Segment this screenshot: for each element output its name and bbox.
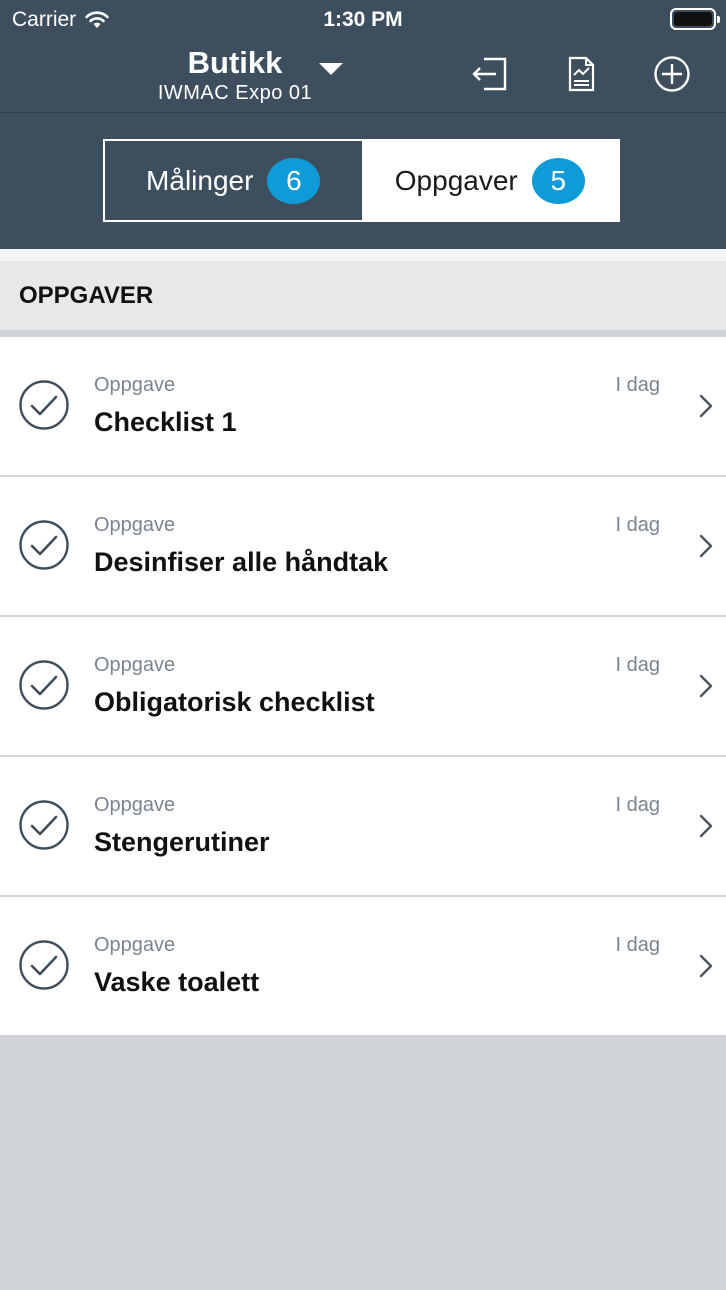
store-selector[interactable]: Butikk IWMAC Expo 01 [130,46,340,106]
battery-icon [670,8,720,30]
section-title: OPPGAVER [19,281,154,309]
nav-divider [0,112,726,113]
task-name: Desinfiser alle håndtak [94,547,389,577]
list-item[interactable]: Oppgave Stengerutiner I dag [0,757,726,897]
task-type: Oppgave [94,794,176,816]
section-header: OPPGAVER [0,261,726,330]
oppgaver-count-badge: 5 [531,157,585,204]
task-name: Stengerutiner [94,827,270,857]
checkmark-circle-icon [19,660,69,710]
tab-malinger-label: Målinger [146,164,254,196]
add-button[interactable] [650,52,694,96]
malinger-count-badge: 6 [267,157,321,204]
logout-icon [472,57,507,91]
chevron-right-icon [699,674,713,698]
dropdown-arrow-icon[interactable] [319,63,343,75]
section-spacer [0,249,726,261]
task-type: Oppgave [94,654,176,676]
task-due: I dag [615,514,660,536]
task-name: Obligatorisk checklist [94,687,375,717]
tab-oppgaver[interactable]: Oppgaver 5 [361,141,618,220]
task-name: Vaske toalett [94,967,260,997]
task-list: Oppgave Checklist 1 I dag Oppgave Desinf… [0,337,726,1035]
segmented-control: Målinger 6 Oppgaver 5 [103,139,620,222]
report-icon [568,56,595,92]
task-due: I dag [615,934,660,956]
nav-subtitle: IWMAC Expo 01 [157,82,313,104]
chevron-right-icon [699,814,713,838]
logout-button[interactable] [468,52,512,96]
task-name: Checklist 1 [94,407,237,437]
task-type: Oppgave [94,934,176,956]
chevron-right-icon [699,954,713,978]
task-due: I dag [615,794,660,816]
chevron-right-icon [699,534,713,558]
add-circle-icon [654,56,690,92]
app-header: Carrier 1:30 PM Butikk IWMAC Expo 01 Mål… [0,0,726,249]
task-due: I dag [615,654,660,676]
list-item[interactable]: Oppgave Desinfiser alle håndtak I dag [0,477,726,617]
status-bar: Carrier 1:30 PM [0,0,726,38]
list-item[interactable]: Oppgave Vaske toalett I dag [0,897,726,1035]
checkmark-circle-icon [19,800,69,850]
list-item[interactable]: Oppgave Obligatorisk checklist I dag [0,617,726,757]
nav-title: Butikk [187,45,283,80]
checkmark-circle-icon [19,520,69,570]
task-type: Oppgave [94,514,176,536]
report-button[interactable] [559,52,603,96]
tab-malinger[interactable]: Målinger 6 [105,141,362,220]
tab-oppgaver-label: Oppgaver [394,164,518,196]
chevron-right-icon [699,394,713,418]
checkmark-circle-icon [19,940,69,990]
clock: 1:30 PM [323,8,403,31]
checkmark-circle-icon [19,380,69,430]
task-type: Oppgave [94,374,176,396]
list-item[interactable]: Oppgave Checklist 1 I dag [0,337,726,477]
task-due: I dag [615,374,660,396]
